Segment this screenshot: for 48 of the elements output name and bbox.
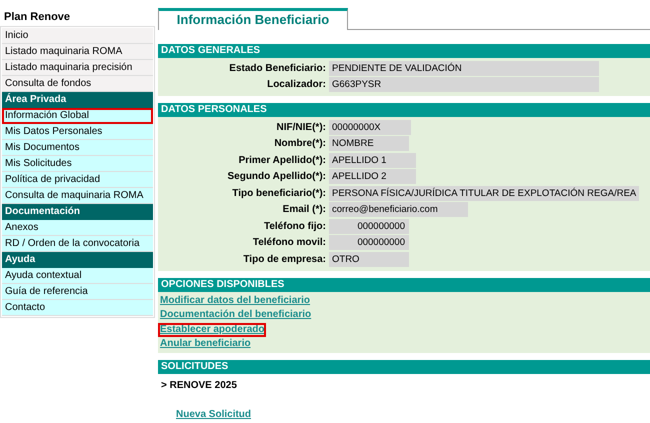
field-value: G663PYSR: [329, 77, 599, 92]
field-label: Teléfono movil:: [252, 236, 326, 250]
sidebar-item[interactable]: Información Global: [2, 108, 153, 124]
field-value: PENDIENTE DE VALIDACIÓN: [329, 60, 599, 76]
new-request-link[interactable]: Nueva Solicitud: [174, 408, 254, 422]
sidebar-item[interactable]: Ayuda contextual: [2, 268, 153, 284]
field-label: Email (*):: [282, 203, 326, 218]
sidebar-title: Plan Renove: [3, 10, 72, 25]
sidebar-item[interactable]: Inicio: [2, 28, 153, 44]
sidebar-heading: Documentación: [2, 204, 153, 220]
field-label: Estado Beneficiario:: [228, 62, 326, 76]
field-value: correo@beneficiario.com: [329, 202, 468, 218]
field-label: Localizador:: [266, 78, 326, 92]
field-value: 000000000: [329, 235, 409, 250]
field-value: PERSONA FÍSICA/JURÍDICA TITULAR DE EXPLOTACIÓN REGA/REA: [329, 186, 640, 201]
sidebar-item[interactable]: Consulta de fondos: [2, 76, 153, 92]
sidebar-item[interactable]: Mis Datos Personales: [2, 124, 153, 140]
sidebar-heading: Área Privada: [2, 92, 153, 108]
field-value: 000000000: [329, 218, 409, 234]
sidebar-item[interactable]: Anexos: [2, 220, 153, 236]
field-label: Tipo beneficiario(*):: [231, 186, 326, 201]
field-value: 00000000X: [329, 120, 411, 135]
sidebar-item[interactable]: Listado maquinaria precisión: [2, 60, 153, 76]
field-label: Segundo Apellido(*):: [226, 170, 326, 184]
section-header: DATOS GENERALES: [158, 44, 650, 58]
field-label: Teléfono fijo:: [262, 220, 326, 234]
sidebar-heading: Ayuda: [2, 252, 153, 268]
sidebar-item[interactable]: Listado maquinaria ROMA: [2, 44, 153, 60]
field-label: NIF/NIE(*):: [276, 120, 326, 135]
field-value: NOMBRE: [329, 136, 409, 152]
tab[interactable]: Información Beneficiario: [158, 8, 348, 30]
request-group: > RENOVE 2025: [158, 374, 650, 392]
sidebar-item[interactable]: RD / Orden de la convocatoria: [2, 236, 153, 252]
sidebar-item[interactable]: Guía de referencia: [2, 284, 153, 300]
section-header: SOLICITUDES: [158, 360, 650, 374]
sidebar-item[interactable]: Contacto: [2, 300, 153, 316]
field-label: Nombre(*):: [273, 137, 326, 152]
field-label: Primer Apellido(*):: [238, 154, 326, 168]
field-value: APELLIDO 1: [329, 152, 416, 168]
sidebar-item[interactable]: Consulta de maquinaria ROMA: [2, 188, 153, 204]
field-label: Tipo de empresa:: [242, 252, 326, 267]
field-value: OTRO: [329, 252, 409, 267]
sidebar-item[interactable]: Mis Documentos: [2, 140, 153, 156]
section-header: DATOS PERSONALES: [158, 103, 650, 117]
section-header: OPCIONES DISPONIBLES: [158, 278, 650, 292]
field-value: APELLIDO 2: [329, 169, 416, 184]
sidebar-item[interactable]: Mis Solicitudes: [2, 156, 153, 172]
sidebar-item[interactable]: Política de privacidad: [2, 172, 153, 188]
